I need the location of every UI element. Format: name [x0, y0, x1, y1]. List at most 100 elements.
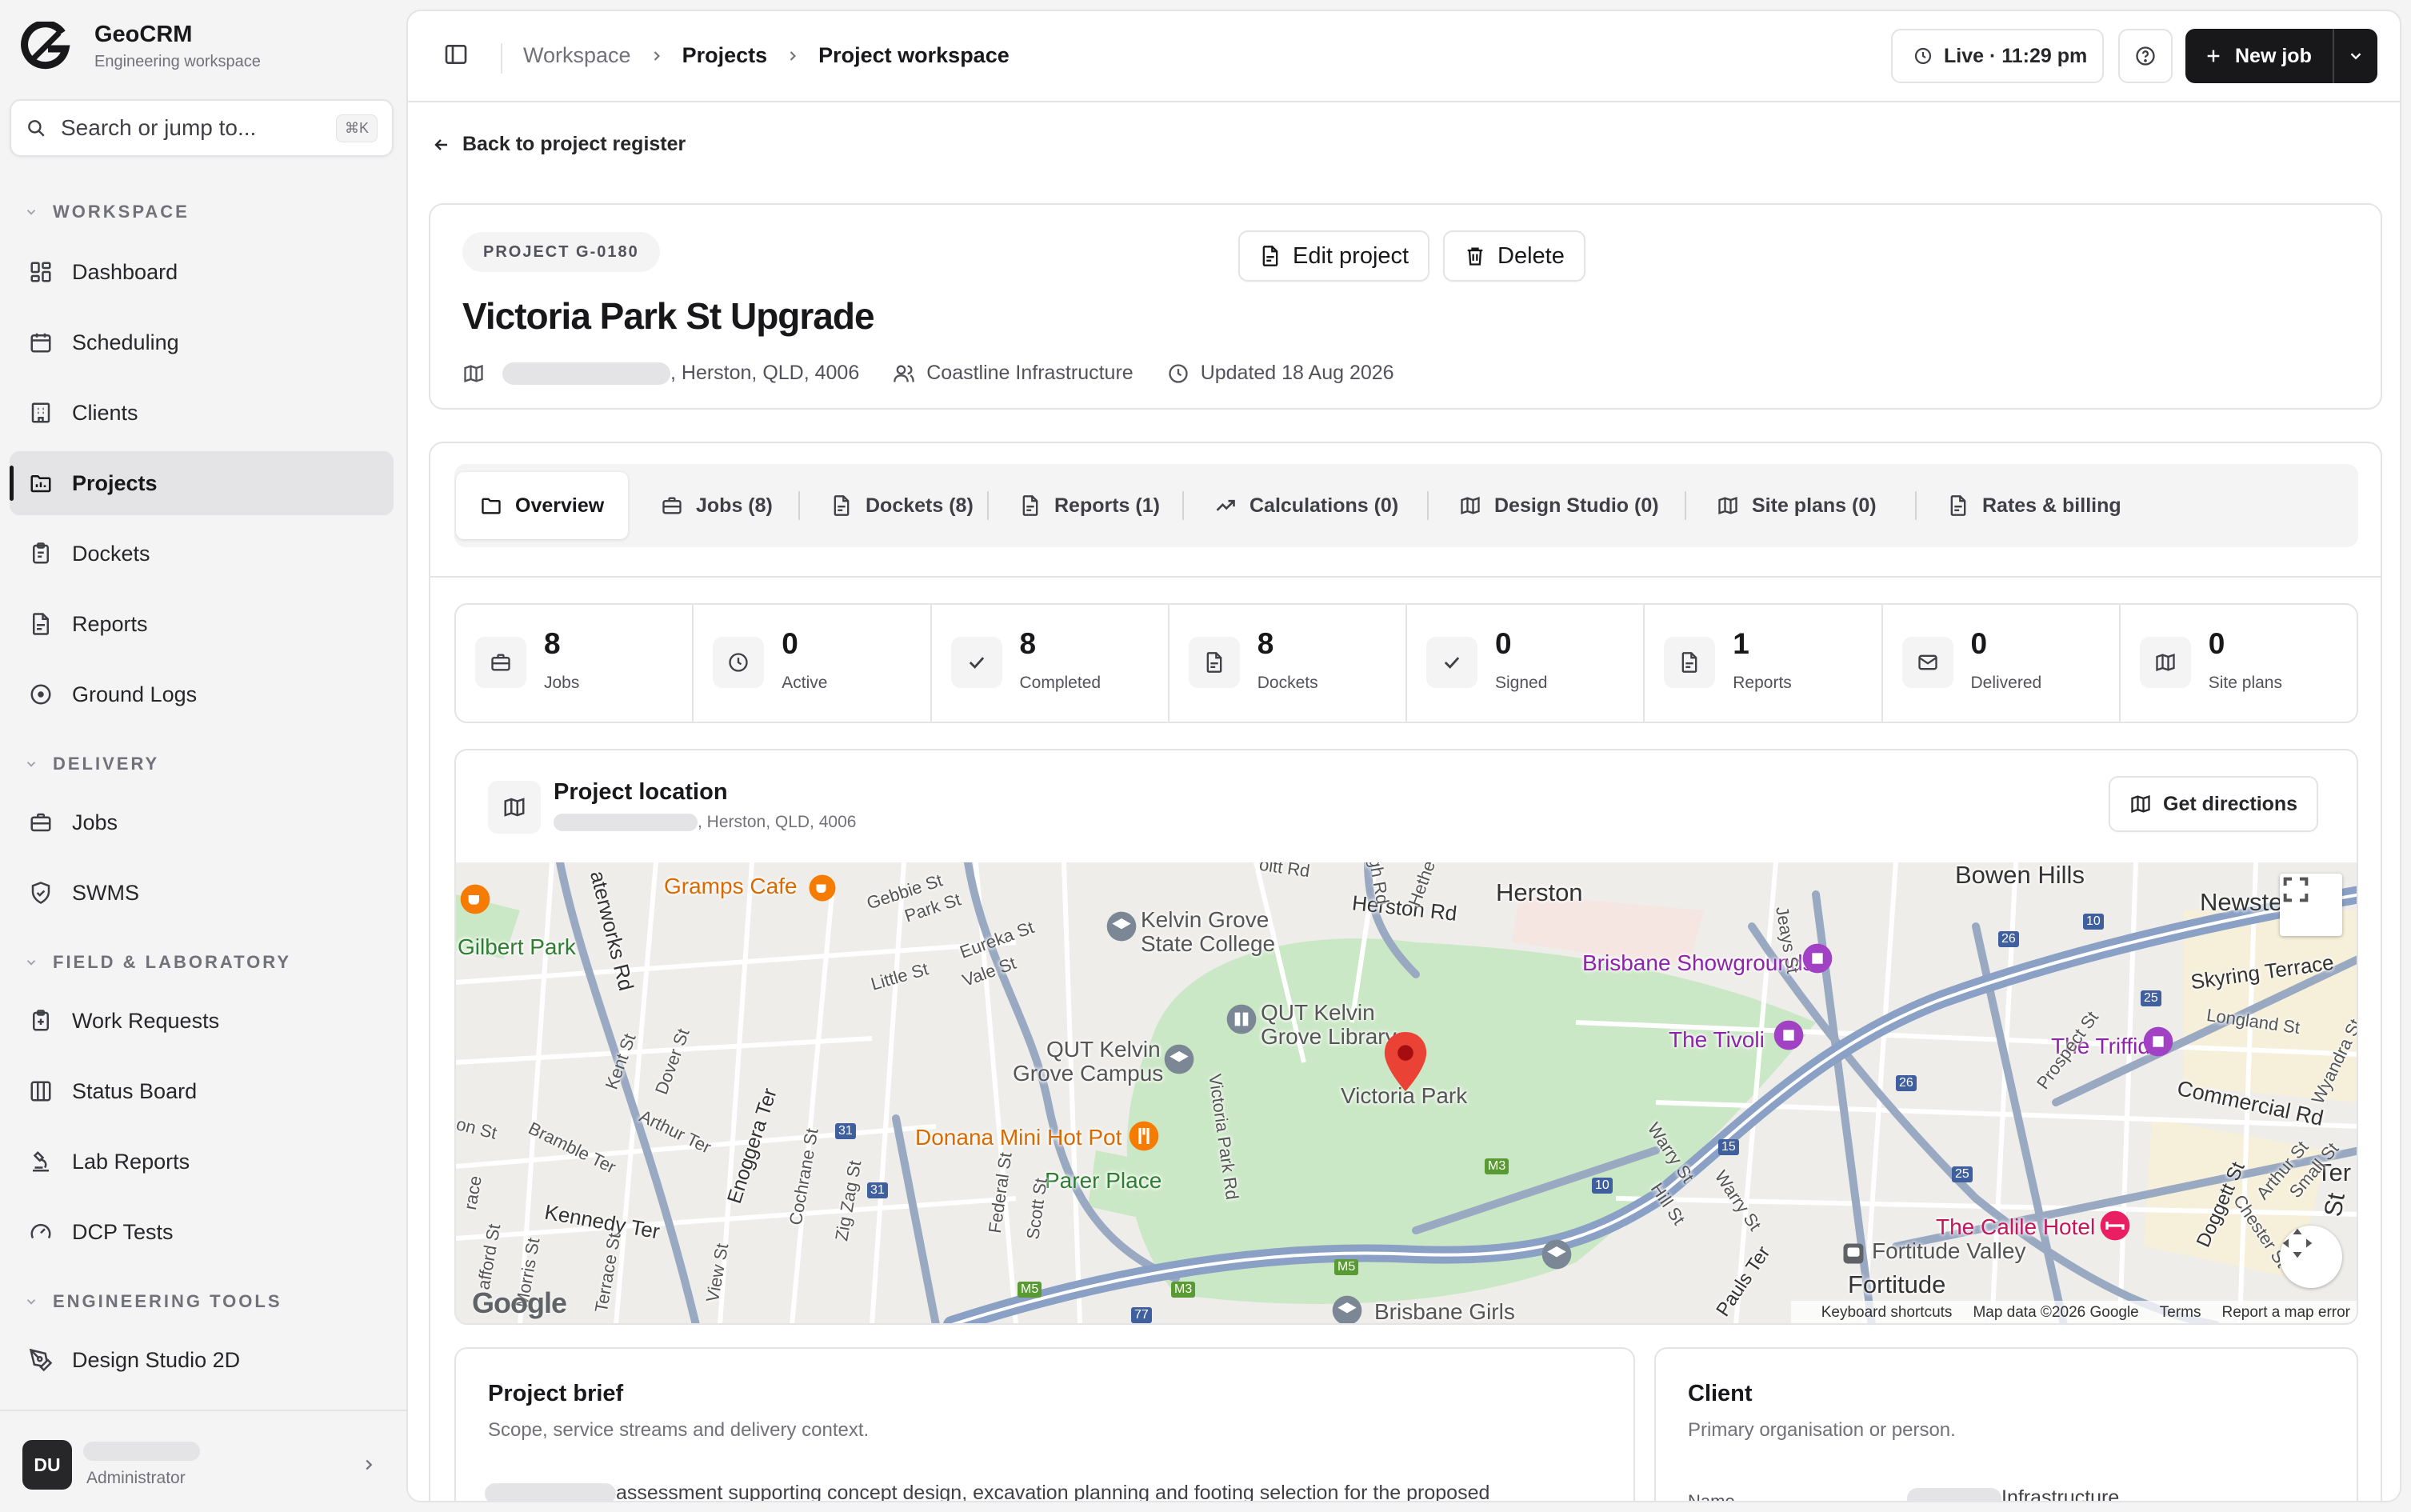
new-job-dropdown[interactable]: [2333, 29, 2377, 83]
poi-school-icon[interactable]: [1331, 1294, 1363, 1325]
map-view[interactable]: Herston Bowen Hills Newste Gramps Cafe G…: [456, 862, 2357, 1325]
map-label-kelvin-grove-college[interactable]: State College: [1141, 931, 1275, 957]
map-label-qut-library[interactable]: Grove Library: [1261, 1024, 1397, 1050]
toggle-sidebar-button[interactable]: [443, 42, 469, 67]
sidebar-item-swms[interactable]: SWMS: [10, 861, 394, 925]
stat-label: Completed: [1019, 674, 1102, 692]
tab-rates-billing[interactable]: Rates & billing: [1923, 472, 2145, 539]
sidebar-item-dockets[interactable]: Dockets: [10, 522, 394, 586]
map-label-tivoli[interactable]: The Tivoli: [1669, 1027, 1765, 1053]
map-label-qut-library[interactable]: QUT Kelvin: [1261, 1000, 1375, 1026]
map-label-calile-hotel[interactable]: The Calile Hotel: [1936, 1214, 2095, 1240]
tab-design-studio[interactable]: Design Studio (0): [1435, 472, 1683, 539]
tab-dockets[interactable]: Dockets (8): [806, 472, 998, 539]
map-terms-link[interactable]: Terms: [2160, 1304, 2201, 1322]
map-camera-control[interactable]: [2280, 1226, 2342, 1288]
brand[interactable]: GeoCRM Engineering workspace: [21, 21, 261, 71]
stat-value: 0: [2208, 627, 2225, 660]
sidebar-item-ground-logs[interactable]: Ground Logs: [10, 662, 394, 726]
delete-project-button[interactable]: Delete: [1443, 230, 1585, 282]
file-text-icon: [1681, 652, 1697, 673]
stat-active: 0 Active: [694, 605, 932, 722]
sidebar-item-projects[interactable]: Projects: [10, 451, 394, 515]
sidebar: GeoCRM Engineering workspace Search or j…: [0, 0, 406, 1512]
map-label-brisbane-girls[interactable]: Brisbane Girls: [1374, 1299, 1515, 1323]
project-meta: , Herston, QLD, 4006 Coastline Infrastru…: [462, 362, 1394, 385]
poi-venue-icon[interactable]: [1801, 942, 1833, 974]
section-delivery[interactable]: DELIVERY: [24, 754, 159, 774]
map-label-qut-campus[interactable]: Grove Campus: [1013, 1061, 1163, 1086]
map-keyboard-shortcuts[interactable]: Keyboard shortcuts: [1821, 1304, 1953, 1322]
stat-label: Active: [782, 674, 828, 692]
live-clock-button[interactable]: Live · 11:29 pm: [1891, 29, 2104, 83]
sidebar-item-jobs[interactable]: Jobs: [10, 790, 394, 854]
tab-divider: [798, 491, 800, 520]
map-label-kelvin-grove-college[interactable]: Kelvin Grove: [1141, 907, 1269, 933]
sidebar-item-status-board[interactable]: Status Board: [10, 1059, 394, 1123]
poi-school-icon[interactable]: [1106, 910, 1138, 942]
chevron-down-icon: [26, 960, 36, 966]
poi-school-icon[interactable]: [1163, 1043, 1195, 1075]
poi-venue-icon[interactable]: [1773, 1019, 1805, 1051]
breadcrumb-workspace[interactable]: Workspace: [523, 43, 631, 68]
new-job-button[interactable]: New job: [2185, 29, 2377, 83]
back-link[interactable]: Back to project register: [432, 133, 686, 156]
map-label-qut-campus[interactable]: QUT Kelvin: [1046, 1037, 1161, 1062]
map-icon: [464, 364, 483, 382]
section-workspace[interactable]: WORKSPACE: [24, 202, 190, 222]
project-title: Victoria Park St Upgrade: [462, 295, 875, 337]
road-shield: 26: [1896, 1075, 1917, 1091]
map-label-fortitude-valley[interactable]: Fortitude Valley: [1872, 1238, 2025, 1264]
section-field-laboratory[interactable]: FIELD & LABORATORY: [24, 952, 291, 973]
chevron-right-icon: [366, 1459, 373, 1470]
tab-site-plans[interactable]: Site plans (0): [1693, 472, 1901, 539]
map-fullscreen-button[interactable]: [2280, 874, 2342, 936]
tab-overview[interactable]: Overview: [456, 472, 629, 539]
poi-transit-icon[interactable]: [1841, 1242, 1865, 1266]
poi-school-icon[interactable]: [1541, 1238, 1573, 1270]
poi-cafe-icon[interactable]: [808, 874, 837, 902]
sidebar-item-dcp-tests[interactable]: DCP Tests: [10, 1200, 394, 1264]
tab-reports[interactable]: Reports (1): [995, 472, 1184, 539]
search-icon: [28, 120, 45, 137]
new-job-main[interactable]: New job: [2185, 29, 2333, 83]
user-menu[interactable]: DU Administrator: [0, 1410, 406, 1512]
clock-icon: [1914, 47, 1932, 65]
get-directions-button[interactable]: Get directions: [2109, 776, 2319, 832]
sidebar-item-dashboard[interactable]: Dashboard: [10, 240, 394, 304]
help-button[interactable]: [2118, 29, 2173, 83]
map-label-gramps-cafe[interactable]: Gramps Cafe: [664, 874, 798, 899]
location-title: Project location: [554, 779, 728, 805]
sidebar-item-clients[interactable]: Clients: [10, 381, 394, 445]
sidebar-item-design-studio[interactable]: Design Studio 2D: [10, 1328, 394, 1392]
sidebar-item-work-requests[interactable]: Work Requests: [10, 989, 394, 1053]
map-icon: [1461, 497, 1480, 514]
breadcrumb-projects[interactable]: Projects: [682, 43, 768, 68]
chevron-down-icon: [26, 210, 36, 215]
trending-up-icon: [1216, 499, 1235, 511]
poi-hotel-icon[interactable]: [2099, 1210, 2131, 1242]
stat-label: Reports: [1733, 674, 1792, 692]
sidebar-item-scheduling[interactable]: Scheduling: [10, 310, 394, 374]
map-report-error-link[interactable]: Report a map error: [2221, 1304, 2350, 1322]
poi-library-icon[interactable]: [1225, 1003, 1257, 1035]
brief-title: Project brief: [488, 1381, 624, 1406]
sidebar-item-lab-reports[interactable]: Lab Reports: [10, 1130, 394, 1194]
map-label-donana[interactable]: Donana Mini Hot Pot: [915, 1125, 1122, 1150]
section-engineering-tools[interactable]: ENGINEERING TOOLS: [24, 1291, 282, 1312]
tab-jobs[interactable]: Jobs (8): [637, 472, 797, 539]
sidebar-item-reports[interactable]: Reports: [10, 592, 394, 656]
poi-restaurant-icon[interactable]: [1128, 1120, 1160, 1152]
edit-project-button[interactable]: Edit project: [1238, 230, 1430, 282]
tab-divider: [1915, 491, 1917, 520]
stat-reports: 1 Reports: [1645, 605, 1883, 722]
poi-cafe-icon[interactable]: [459, 883, 491, 915]
plus-icon: [2207, 50, 2220, 62]
tab-calculations[interactable]: Calculations (0): [1190, 472, 1422, 539]
search-input[interactable]: Search or jump to... ⌘K: [10, 99, 394, 157]
stat-label: Signed: [1495, 674, 1548, 692]
poi-venue-icon[interactable]: [2142, 1026, 2174, 1058]
main-panel: Workspace Projects Project workspace Liv…: [406, 10, 2401, 1502]
location-pin-icon[interactable]: [1384, 1032, 1427, 1091]
stat-value: 8: [1019, 627, 1037, 660]
